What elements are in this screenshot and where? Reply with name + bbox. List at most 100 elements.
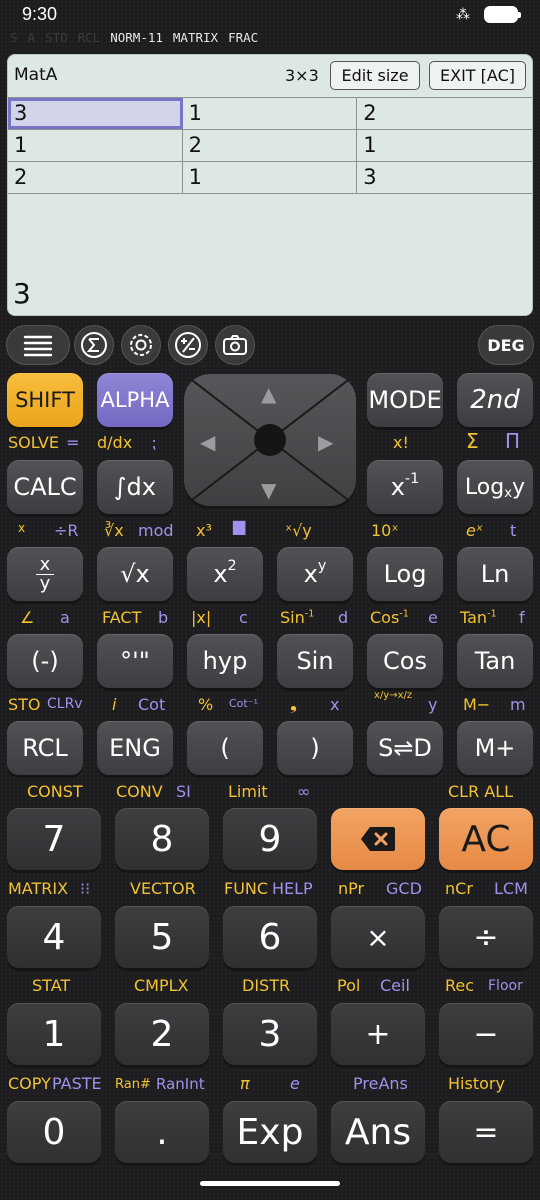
eng-key[interactable]: ENG [97,721,173,775]
label-asin-text: Sin [280,608,305,627]
second-key[interactable]: 2nd [457,373,533,427]
edit-size-button[interactable]: Edit size [330,61,420,90]
digit-6-key[interactable]: 6 [223,906,317,968]
matrix-cell[interactable]: 1 [357,130,532,161]
label-clr-all: CLR ALL [448,782,514,801]
multiply-key[interactable]: × [331,906,425,968]
matrix-cell[interactable]: 2 [8,162,183,193]
cos-key[interactable]: Cos [367,634,443,688]
digit-1-key[interactable]: 1 [7,1003,101,1065]
digit-0-key[interactable]: 0 [7,1101,101,1163]
label-copy: COPY [8,1074,51,1093]
square-key[interactable]: x2 [187,547,263,601]
sin-key[interactable]: Sin [277,634,353,688]
matrix-cell[interactable]: 2 [183,130,358,161]
screenshot-button[interactable] [215,325,255,365]
sigma-tool-button[interactable] [74,325,114,365]
tan-key[interactable]: Tan [457,634,533,688]
label-matrix: MATRIX [8,879,69,898]
digit-8-key[interactable]: 8 [115,808,209,870]
logxy-sub: x [504,485,513,501]
exit-button[interactable]: EXIT [AC] [429,61,526,90]
left-paren-key[interactable]: ( [187,721,263,775]
minus-key[interactable]: − [439,1003,533,1065]
calc-key[interactable]: CALC [7,460,83,514]
square-base: x [213,560,228,588]
fraction-bottom: y [39,572,51,594]
divide-key[interactable]: ÷ [439,906,533,968]
label-fact: FACT [102,608,142,627]
inverse-key[interactable]: x -1 [367,460,443,514]
ac-key[interactable]: AC [439,808,533,870]
s-d-key[interactable]: S⇌D [367,721,443,775]
label-e-const: e [290,1074,300,1093]
label-asin: Sin-1 [280,608,314,627]
label-ranint: RanInt [156,1075,205,1093]
equals-key[interactable]: = [439,1101,533,1163]
settings-button[interactable] [121,325,161,365]
digit-5-key[interactable]: 5 [115,906,209,968]
decimal-key[interactable]: . [115,1101,209,1163]
label-distr: DISTR [242,976,291,995]
power-key[interactable]: xy [277,547,353,601]
logxy-main: Log [464,474,505,500]
arrow-left-icon[interactable]: ◀ [200,430,215,454]
matrix-cell[interactable]: 1 [8,130,183,161]
alpha-key[interactable]: ALPHA [97,373,173,427]
plus-key[interactable]: + [331,1003,425,1065]
digit-7-key[interactable]: 7 [7,808,101,870]
matrix-cell[interactable]: 2 [357,98,532,129]
matrix-cell[interactable]: 3 [357,162,532,193]
exp-key[interactable]: Exp [223,1101,317,1163]
right-paren-key[interactable]: ) [277,721,353,775]
ans-key[interactable]: Ans [331,1101,425,1163]
deg-min-sec-key[interactable]: °'" [97,634,173,688]
digit-4-key[interactable]: 4 [7,906,101,968]
ln-key[interactable]: Ln [457,547,533,601]
matrix-cell[interactable]: 1 [183,162,358,193]
fraction-key[interactable]: x y [7,547,83,601]
label-e: e [428,608,438,627]
label-fill-icon: ▆ [233,516,246,535]
negative-key[interactable]: (-) [7,634,83,688]
digit-3-key[interactable]: 3 [223,1003,317,1065]
power-exp: y [317,558,327,574]
indicator-matrix: MATRIX [172,30,219,45]
label-y: y [428,695,438,714]
matrix-cell[interactable]: 1 [183,98,358,129]
integral-key[interactable]: ∫dx [97,460,173,514]
sqrt-key[interactable]: √x [97,547,173,601]
backspace-key[interactable] [331,808,425,870]
m-plus-key[interactable]: M+ [457,721,533,775]
hyp-key[interactable]: hyp [187,634,263,688]
label-cmplx: CMPLX [134,976,189,995]
label-asin-sup: -1 [304,608,315,620]
label-pol: Pol [337,976,361,995]
arrow-right-icon[interactable]: ▶ [318,430,333,454]
home-indicator[interactable] [200,1181,340,1186]
plus-minus-button[interactable] [168,325,208,365]
label-preans: PreAns [353,1074,408,1093]
indicator-a: A [27,30,36,45]
label-root-y: ˣ√y [285,521,312,540]
direction-pad[interactable]: ▲ ▼ ◀ ▶ [184,374,356,506]
matrix-cell[interactable]: 3 [8,98,183,129]
digit-9-key[interactable]: 9 [223,808,317,870]
logxy-key[interactable]: Log x y [457,460,533,514]
label-cbrt: ∛x [104,521,124,540]
label-solve-eq: = [66,433,80,452]
mode-key[interactable]: MODE [367,373,443,427]
rcl-key[interactable]: RCL [7,721,83,775]
log-key[interactable]: Log [367,547,443,601]
label-clrv: CLRv [47,696,83,712]
arrow-down-icon[interactable]: ▼ [261,478,276,502]
matrix-row: 2 1 3 [8,162,532,194]
angle-mode-button[interactable]: DEG [478,325,534,365]
menu-button[interactable] [6,325,70,365]
shift-key[interactable]: SHIFT [7,373,83,427]
digit-2-key[interactable]: 2 [115,1003,209,1065]
label-const: CONST [27,782,83,801]
label-stat: STAT [32,976,71,995]
arrow-up-icon[interactable]: ▲ [261,382,276,406]
label-angle: ∠ [20,608,35,627]
